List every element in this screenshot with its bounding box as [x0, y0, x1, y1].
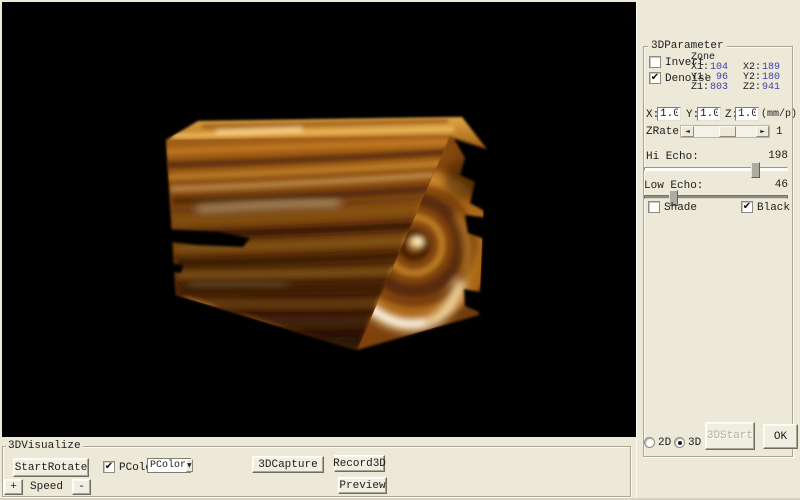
- mode-2d-radio[interactable]: [644, 437, 655, 448]
- scale-z-input[interactable]: [735, 107, 759, 121]
- check-icon: ✔: [743, 202, 751, 212]
- hi-echo-slider[interactable]: [644, 167, 788, 171]
- low-echo-value: 46: [757, 179, 788, 191]
- visualize-panel: 3DVisualize StartRotate + Speed - ✔ PCol…: [0, 437, 636, 500]
- mode-3d-radio[interactable]: [674, 437, 685, 448]
- speed-minus-button[interactable]: -: [72, 479, 91, 495]
- visualize-groupbox-title: 3DVisualize: [6, 440, 83, 452]
- scale-unit-label: (mm/p): [761, 109, 797, 120]
- shade-label: Shade: [664, 202, 697, 214]
- 3dstart-button[interactable]: 3DStart: [705, 422, 755, 450]
- hi-echo-slider-thumb[interactable]: [751, 162, 760, 178]
- check-icon: ✔: [105, 462, 113, 472]
- black-label: Black: [757, 202, 790, 214]
- parameter-panel: 3DParameter ✔ Invert ✔ Denoise Zone X1:1…: [636, 0, 800, 500]
- speed-plus-button[interactable]: +: [4, 479, 23, 495]
- pcolor-select[interactable]: PColor ▼: [147, 458, 191, 473]
- zone-row-z: Z1:803Z2:941: [691, 83, 780, 93]
- pcolor-select-value: PColor: [148, 460, 186, 471]
- low-echo-slider[interactable]: [644, 195, 788, 199]
- preview-button[interactable]: Preview: [338, 477, 387, 494]
- check-icon: ✔: [651, 73, 659, 83]
- mode-2d-label: 2D: [658, 437, 671, 449]
- zrate-value: 1: [776, 126, 783, 138]
- app-window: 3DParameter ✔ Invert ✔ Denoise Zone X1:1…: [0, 0, 800, 500]
- scale-x-input[interactable]: [657, 107, 681, 121]
- pcolor-checkbox[interactable]: ✔: [103, 461, 115, 473]
- black-checkbox[interactable]: ✔: [741, 201, 753, 213]
- scale-y-input[interactable]: [697, 107, 721, 121]
- dropdown-arrow-icon[interactable]: ▼: [186, 459, 193, 472]
- record3d-button[interactable]: Record3D: [334, 455, 385, 472]
- zrate-scrollbar-thumb[interactable]: [719, 126, 736, 137]
- scroll-right-icon[interactable]: ►: [756, 126, 769, 137]
- zrate-scrollbar[interactable]: ◄ ►: [680, 125, 770, 138]
- hi-echo-label: Hi Echo:: [646, 151, 699, 163]
- start-rotate-button[interactable]: StartRotate: [13, 458, 89, 477]
- parameter-groupbox-title: 3DParameter: [648, 40, 727, 52]
- 3dcapture-button[interactable]: 3DCapture: [252, 456, 324, 473]
- volume-3d-view[interactable]: [2, 2, 636, 437]
- mode-3d-label: 3D: [688, 437, 701, 449]
- zrate-scrollbar-track[interactable]: [694, 126, 756, 137]
- volume-render: [2, 2, 636, 437]
- scroll-left-icon[interactable]: ◄: [681, 126, 694, 137]
- invert-checkbox[interactable]: ✔: [649, 56, 661, 68]
- speed-label: Speed: [30, 481, 63, 493]
- zrate-label: ZRate: [646, 126, 679, 138]
- hi-echo-value: 198: [757, 150, 788, 162]
- denoise-checkbox[interactable]: ✔: [649, 72, 661, 84]
- ok-button[interactable]: OK: [763, 424, 798, 449]
- shade-checkbox[interactable]: ✔: [648, 201, 660, 213]
